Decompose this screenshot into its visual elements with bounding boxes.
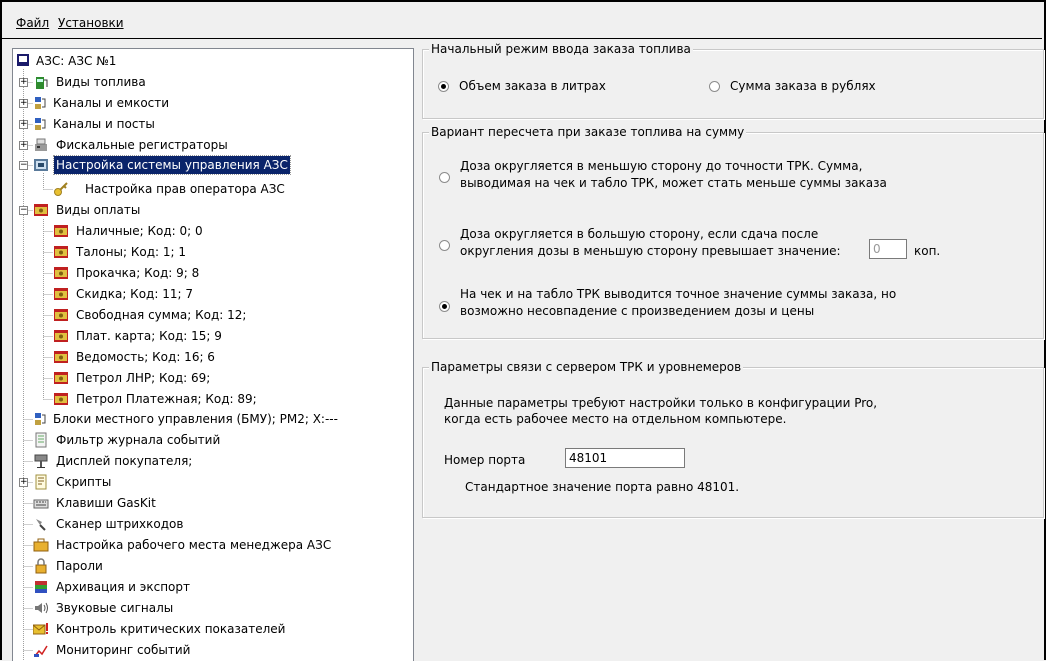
menu-settings[interactable]: Установки (58, 16, 124, 30)
speaker-icon (33, 600, 49, 616)
money-icon (53, 328, 69, 344)
connection-description-2: когда есть рабочее место на отдельном ко… (444, 412, 787, 426)
tree-item-label: Талоны; Код: 1; 1 (76, 245, 187, 259)
key-icon (53, 181, 69, 197)
tree-item-label: Петрол ЛНР; Код: 69; (76, 371, 211, 385)
tree-item-label: Виды топлива (56, 75, 146, 89)
money-icon (33, 202, 49, 218)
tree-item-label: Ведомость; Код: 16; 6 (76, 350, 215, 364)
radio-round-down-label[interactable]: Доза округляется в меньшую сторону до то… (460, 158, 862, 174)
station-icon (16, 53, 32, 69)
money-icon (53, 307, 69, 323)
radio-round-down-label-2[interactable]: выводимая на чек и табло ТРК, может стат… (460, 175, 887, 191)
radio-rubles[interactable] (709, 81, 720, 92)
tree-item-label: Скидка; Код: 11; 7 (76, 287, 193, 301)
tree-item-label: Мониторинг событий (56, 643, 191, 657)
settings-panel: Начальный режим ввода заказа топлива Объ… (413, 38, 1044, 660)
money-icon (53, 391, 69, 407)
menu-bar: Файл Установки (2, 2, 1042, 39)
tree-item-label: Архивация и экспорт (56, 580, 190, 594)
control-system-icon (33, 157, 49, 173)
tree-item-label: Клавиши GasKit (56, 496, 156, 510)
port-input[interactable]: 48101 (565, 448, 685, 468)
script-icon (33, 474, 49, 490)
expand-icon[interactable]: + (19, 99, 28, 108)
tree-item-label: Пароли (56, 559, 103, 573)
tree-item-label: Сканер штрихкодов (56, 517, 184, 531)
tree-item-label: Звуковые сигналы (56, 601, 174, 615)
expand-icon[interactable]: + (19, 478, 28, 487)
radio-liters-label[interactable]: Объем заказа в литрах (459, 78, 606, 94)
tree-item-label: Наличные; Код: 0; 0 (76, 224, 203, 238)
tree-item-label: Свободная сумма; Код: 12; (76, 308, 247, 322)
expand-icon[interactable]: + (19, 78, 28, 87)
radio-round-up[interactable] (439, 240, 450, 251)
channels-icon (33, 411, 49, 427)
tree-item-label: Каналы и емкости (53, 96, 170, 110)
briefcase-icon (33, 537, 49, 553)
money-icon (53, 370, 69, 386)
tree-item-label: АЗС: АЗС №1 (36, 54, 117, 68)
tree-item-label: Каналы и посты (53, 117, 155, 131)
fuel-pump-icon (33, 74, 49, 90)
port-label: Номер порта (444, 453, 526, 467)
radio-round-up-label[interactable]: Доза округляется в большую сторону, если… (460, 226, 818, 242)
radio-round-up-label-2[interactable]: округления дозы в меньшую сторону превыш… (460, 243, 841, 259)
money-icon (53, 349, 69, 365)
radio-rubles-label[interactable]: Сумма заказа в рублях (730, 78, 876, 94)
tree-item-label: Скрипты (56, 475, 112, 489)
money-icon (53, 286, 69, 302)
order-mode-group: Начальный режим ввода заказа топлива Объ… (422, 42, 1044, 119)
money-icon (53, 244, 69, 260)
channels-icon (33, 116, 49, 132)
tree-item-label: Дисплей покупателя; (56, 454, 193, 468)
archive-icon (33, 579, 49, 595)
cash-register-icon (33, 137, 49, 153)
tree-item-label: Настройка рабочего места менеджера АЗС (56, 538, 332, 552)
tree-item-label: Прокачка; Код: 9; 8 (76, 266, 200, 280)
expand-icon[interactable]: + (19, 141, 28, 150)
tree-item-label: Настройка прав оператора АЗС (85, 182, 285, 196)
group-title: Начальный режим ввода заказа топлива (429, 42, 693, 56)
menu-file-label: Файл (16, 16, 50, 30)
group-title: Вариант пересчета при заказе топлива на … (429, 125, 747, 139)
tree-item-label: Плат. карта; Код: 15; 9 (76, 329, 222, 343)
collapse-icon[interactable]: − (19, 161, 28, 170)
expand-icon[interactable]: + (19, 120, 28, 129)
settings-tree[interactable]: АЗС: АЗС №1 + Виды топлива + Каналы и ем… (12, 48, 414, 661)
channels-icon (33, 95, 49, 111)
alert-envelope-icon (32, 621, 49, 637)
radio-exact[interactable] (439, 301, 450, 312)
keyboard-icon (33, 495, 49, 511)
menu-settings-label: Установки (58, 16, 124, 30)
kop-threshold-input[interactable]: 0 (869, 239, 907, 259)
connection-description: Данные параметры требуют настройки тольк… (444, 396, 878, 410)
group-title: Параметры связи с сервером ТРК и уровнем… (429, 360, 744, 374)
radio-exact-label-2[interactable]: возможно несовпадение с произведением до… (460, 303, 814, 319)
journal-icon (33, 432, 49, 448)
radio-round-down[interactable] (439, 172, 450, 183)
kop-unit-label: коп. (914, 244, 941, 258)
radio-liters[interactable] (438, 81, 449, 92)
tree-item-label: Настройка системы управления АЗС (53, 155, 291, 175)
tree-item-label: Петрол Платежная; Код: 89; (76, 392, 257, 406)
tree-item-label: Блоки местного управления (БМУ); РМ2; X:… (53, 412, 338, 426)
collapse-icon[interactable]: − (19, 206, 28, 215)
menu-file[interactable]: Файл (16, 16, 49, 30)
display-icon (33, 453, 49, 469)
radio-exact-label[interactable]: На чек и на табло ТРК выводится точное з… (460, 286, 896, 302)
tree-item-label: Контроль критических показателей (56, 622, 286, 636)
lock-icon (33, 558, 49, 574)
tree-item-label: Виды оплаты (56, 203, 141, 217)
monitoring-icon (33, 642, 49, 658)
money-icon (53, 265, 69, 281)
money-icon (53, 223, 69, 239)
tree-item-label: Фильтр журнала событий (56, 433, 221, 447)
barcode-scanner-icon (33, 516, 49, 532)
connection-group: Параметры связи с сервером ТРК и уровнем… (422, 360, 1044, 518)
tree-item-label: Фискальные регистраторы (56, 138, 228, 152)
port-hint: Стандартное значение порта равно 48101. (465, 480, 740, 494)
recalc-group: Вариант пересчета при заказе топлива на … (422, 125, 1044, 339)
